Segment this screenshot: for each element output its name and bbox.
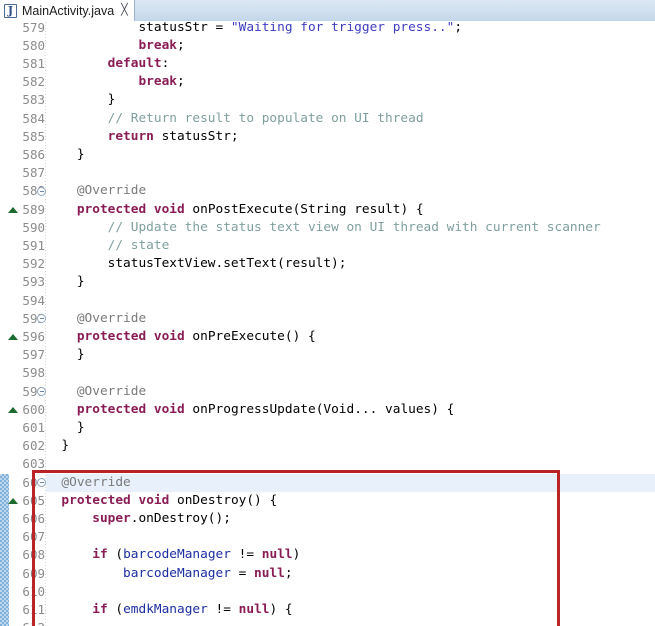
- code-line[interactable]: super.onDestroy();: [46, 510, 655, 528]
- line-number: 606: [22, 510, 45, 526]
- line-number: 611: [22, 601, 45, 617]
- line-number: 594: [22, 292, 45, 308]
- code-line[interactable]: [46, 364, 655, 382]
- line-number: 612: [9, 619, 46, 626]
- line-number: 592: [22, 256, 45, 272]
- code-line[interactable]: [46, 583, 655, 601]
- code-line[interactable]: protected void onProgressUpdate(Void... …: [46, 401, 655, 419]
- code-line[interactable]: break;: [46, 37, 655, 55]
- line-number: 585: [22, 128, 45, 144]
- code-line[interactable]: @Override: [46, 474, 655, 492]
- line-number: 610: [22, 583, 45, 599]
- line-number: 603: [22, 456, 45, 472]
- change-bar: [0, 22, 9, 626]
- code-line[interactable]: // state: [46, 237, 655, 255]
- line-number: 580: [22, 37, 45, 53]
- line-number-gutter[interactable]: 579 580 581 582 583 584 585 586 587 588 589 590 591 5…: [9, 22, 46, 626]
- line-number: 597: [22, 347, 45, 363]
- line-number: 593: [22, 274, 45, 290]
- java-file-icon: [4, 3, 17, 18]
- fold-collapse-icon[interactable]: [37, 186, 46, 196]
- code-line[interactable]: return statusStr;: [46, 128, 655, 146]
- fold-collapse-icon[interactable]: [37, 387, 46, 396]
- line-number: 583: [22, 92, 45, 108]
- tab-label: MainActivity.java: [22, 3, 115, 18]
- code-line[interactable]: protected void onPreExecute() {: [46, 328, 655, 346]
- override-marker-icon: [8, 497, 18, 504]
- line-number: 579: [22, 22, 45, 35]
- line-number: 590: [22, 219, 45, 235]
- code-line[interactable]: statusTextView.setText(result);: [46, 255, 655, 273]
- tab-main-activity-java[interactable]: MainActivity.java ╳: [0, 0, 135, 22]
- code-line[interactable]: [46, 619, 655, 626]
- code-line[interactable]: }: [46, 437, 655, 455]
- code-line[interactable]: statusStr = "Waiting for trigger press..…: [46, 22, 655, 37]
- code-line[interactable]: [46, 292, 655, 310]
- code-line[interactable]: @Override: [46, 383, 655, 401]
- code-line[interactable]: }: [46, 273, 655, 291]
- code-line[interactable]: // Return result to populate on UI threa…: [46, 110, 655, 128]
- line-number: 586: [22, 146, 45, 162]
- code-line[interactable]: }: [46, 419, 655, 437]
- code-line[interactable]: [46, 164, 655, 182]
- code-line[interactable]: break;: [46, 73, 655, 91]
- line-number: 598: [22, 365, 45, 381]
- line-number: 602: [22, 438, 45, 454]
- line-number: 587: [22, 165, 45, 181]
- code-line[interactable]: [46, 455, 655, 473]
- code-line[interactable]: }: [46, 91, 655, 109]
- override-marker-icon: [8, 333, 18, 340]
- code-line[interactable]: if (barcodeManager != null): [46, 546, 655, 564]
- code-editor[interactable]: statusStr = "Waiting for trigger press..…: [0, 22, 655, 626]
- line-number: 607: [22, 529, 45, 545]
- gutter-separator: [45, 22, 46, 626]
- change-bar-marker: [0, 473, 9, 626]
- editor-tab-bar: MainActivity.java ╳: [0, 0, 655, 22]
- code-text-area[interactable]: statusStr = "Waiting for trigger press..…: [46, 22, 655, 626]
- code-line[interactable]: default:: [46, 55, 655, 73]
- code-line[interactable]: // Update the status text view on UI thr…: [46, 219, 655, 237]
- line-number: 582: [22, 74, 45, 90]
- code-line[interactable]: }: [46, 146, 655, 164]
- line-number: 609: [22, 565, 45, 581]
- line-number: 581: [22, 55, 45, 71]
- code-line[interactable]: @Override: [46, 182, 655, 200]
- code-line[interactable]: @Override: [46, 310, 655, 328]
- code-line[interactable]: }: [46, 346, 655, 364]
- line-number: 601: [22, 419, 45, 435]
- code-line[interactable]: [46, 528, 655, 546]
- code-line[interactable]: barcodeManager = null;: [46, 565, 655, 583]
- line-number: 591: [22, 237, 45, 253]
- line-number: 608: [22, 547, 45, 563]
- override-marker-icon: [8, 206, 18, 213]
- code-line[interactable]: protected void onDestroy() {: [46, 492, 655, 510]
- code-line[interactable]: protected void onPostExecute(String resu…: [46, 201, 655, 219]
- line-number: 584: [22, 110, 45, 126]
- close-icon[interactable]: ╳: [121, 5, 128, 16]
- code-line[interactable]: if (emdkManager != null) {: [46, 601, 655, 619]
- fold-collapse-icon[interactable]: [37, 478, 46, 487]
- override-marker-icon: [8, 406, 18, 413]
